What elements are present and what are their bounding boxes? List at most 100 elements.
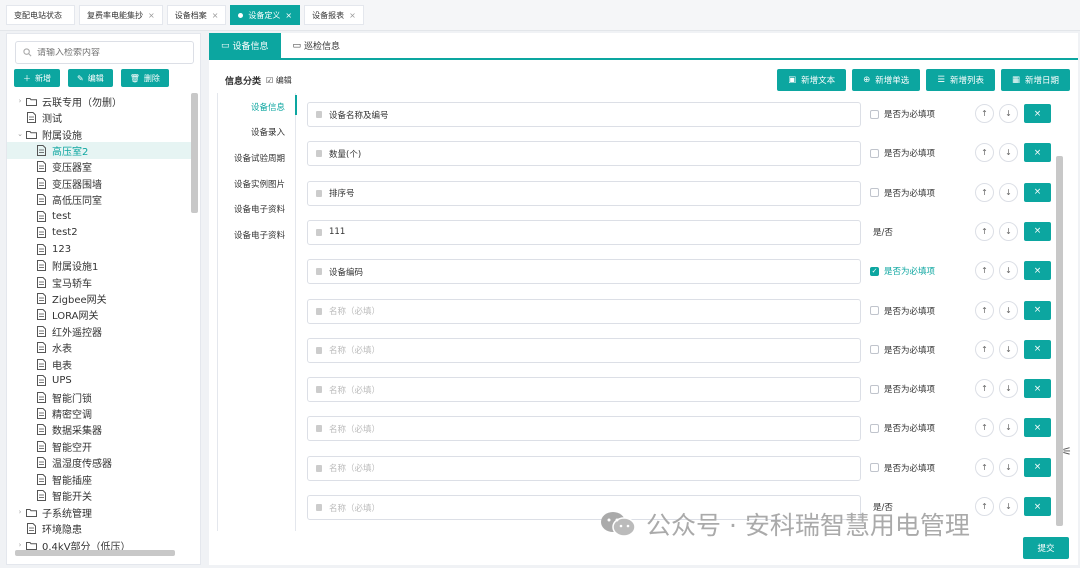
move-up-icon[interactable]: ↑ <box>975 497 994 516</box>
tree-node[interactable]: 宝马轿车 <box>7 274 192 290</box>
checkbox-icon[interactable] <box>870 148 879 158</box>
top-tab-1[interactable]: 复费率电能集抄 × <box>79 5 163 25</box>
tab-patrol-info[interactable]: ▭ 巡检信息 <box>281 33 353 58</box>
top-tab-0[interactable]: 变配电站状态 <box>6 5 75 25</box>
category-menu-item[interactable]: 设备电子资料 <box>234 229 285 241</box>
field-name-input[interactable]: 111 <box>307 219 861 245</box>
field-name-input[interactable]: 名称（必填） <box>307 337 861 363</box>
category-menu-item[interactable]: 设备试验周期 <box>234 152 285 164</box>
chevron-icon[interactable]: ⌄ <box>15 130 25 138</box>
field-name-input[interactable]: 名称（必填） <box>307 416 861 442</box>
tree-node[interactable]: 变压器室 <box>7 159 192 175</box>
tree-node[interactable]: 测试 <box>7 109 192 125</box>
delete-row-button[interactable]: × <box>1024 182 1051 202</box>
chevron-icon[interactable]: › <box>15 97 25 105</box>
tree-node[interactable]: 智能门锁 <box>7 389 192 405</box>
category-menu-item[interactable]: 设备实例图片 <box>234 178 285 190</box>
required-checkbox[interactable]: 是否为必填项 <box>870 344 935 356</box>
top-tab-4[interactable]: 设备报表 × <box>304 5 364 25</box>
tree-node[interactable]: 附属设施1 <box>7 257 192 273</box>
move-down-icon[interactable]: ↓ <box>999 143 1018 163</box>
checkbox-icon[interactable] <box>870 384 879 394</box>
delete-row-button[interactable]: × <box>1024 104 1051 123</box>
top-tab-2[interactable]: 设备档案 × <box>166 5 227 25</box>
tree-search[interactable] <box>15 41 194 64</box>
tree-node[interactable]: 智能开关 <box>7 488 192 504</box>
add-list-button[interactable]: ☰ 新增列表 <box>926 69 995 91</box>
delete-row-button[interactable]: × <box>1024 143 1051 163</box>
tree-node[interactable]: › 子系统管理 <box>7 504 192 520</box>
checkbox-icon[interactable] <box>870 463 879 473</box>
required-checkbox[interactable]: ✓ 是否为必填项 <box>870 265 935 277</box>
add-date-button[interactable]: ▦ 新增日期 <box>1000 69 1070 91</box>
required-checkbox[interactable]: 是否为必填项 <box>870 462 935 474</box>
tree-node[interactable]: 环境隐患 <box>7 520 192 536</box>
move-down-icon[interactable]: ↓ <box>999 418 1018 438</box>
move-up-icon[interactable]: ↑ <box>975 221 994 241</box>
tree-node[interactable]: 水表 <box>7 340 192 356</box>
tree-node[interactable]: › 云联专用（勿删） <box>7 93 192 109</box>
tree-node[interactable]: 电表 <box>7 356 192 372</box>
add-button[interactable]: ＋ 新增 <box>14 69 60 87</box>
field-name-input[interactable]: 名称（必填） <box>307 298 861 324</box>
required-checkbox[interactable]: 是否为必填项 <box>870 383 935 395</box>
checkbox-icon[interactable] <box>870 306 879 315</box>
checkbox-icon[interactable] <box>870 188 879 198</box>
tree-node[interactable]: 高压室2 <box>7 142 192 159</box>
tree-node[interactable]: 精密空调 <box>7 405 192 421</box>
tree-hscrollbar[interactable] <box>15 550 175 556</box>
move-down-icon[interactable]: ↓ <box>999 261 1018 281</box>
move-up-icon[interactable]: ↑ <box>975 457 994 477</box>
delete-row-button[interactable]: × <box>1024 379 1051 399</box>
tree-node[interactable]: 智能空开 <box>7 438 192 454</box>
checkbox-icon[interactable] <box>870 423 879 433</box>
move-up-icon[interactable]: ↑ <box>975 379 994 399</box>
move-down-icon[interactable]: ↓ <box>999 497 1018 516</box>
tree-node[interactable]: UPS <box>7 372 192 388</box>
move-up-icon[interactable]: ↑ <box>975 104 994 123</box>
delete-row-button[interactable]: × <box>1024 418 1051 438</box>
checkbox-icon[interactable]: ✓ <box>870 266 879 276</box>
tree-node[interactable]: 123 <box>7 241 192 257</box>
tree-node[interactable]: Zigbee网关 <box>7 290 192 306</box>
delete-row-button[interactable]: × <box>1024 339 1051 359</box>
move-up-icon[interactable]: ↑ <box>975 261 994 281</box>
close-icon[interactable]: × <box>285 11 292 20</box>
delete-button[interactable]: 🗑 删除 <box>120 69 169 87</box>
field-name-input[interactable]: 排序号 <box>307 180 861 206</box>
tree-node[interactable]: 高低压同室 <box>7 192 192 208</box>
move-up-icon[interactable]: ↑ <box>975 418 994 438</box>
info-edit-link[interactable]: ☑ 编辑 <box>266 75 292 86</box>
delete-row-button[interactable]: × <box>1024 261 1051 281</box>
required-checkbox[interactable]: 是否为必填项 <box>870 108 935 120</box>
add-single-button[interactable]: ⊕ 新增单选 <box>852 69 921 91</box>
category-menu-item[interactable]: 设备电子资料 <box>234 203 285 215</box>
move-down-icon[interactable]: ↓ <box>999 457 1018 477</box>
close-icon[interactable]: × <box>148 11 155 20</box>
field-name-input[interactable]: 设备名称及编号 <box>307 102 861 127</box>
tree-scrollbar[interactable] <box>191 93 198 213</box>
close-icon[interactable]: × <box>212 11 219 20</box>
move-up-icon[interactable]: ↑ <box>975 339 994 359</box>
close-icon[interactable]: × <box>349 11 356 20</box>
delete-row-button[interactable]: × <box>1024 457 1051 477</box>
checkbox-icon[interactable] <box>870 109 879 119</box>
field-name-input[interactable]: 名称（必填） <box>307 455 861 481</box>
tree-node[interactable]: 红外遥控器 <box>7 323 192 339</box>
chevron-icon[interactable]: › <box>15 541 25 549</box>
required-checkbox[interactable]: 是否为必填项 <box>870 147 935 159</box>
move-down-icon[interactable]: ↓ <box>999 339 1018 359</box>
move-down-icon[interactable]: ↓ <box>999 379 1018 399</box>
move-down-icon[interactable]: ↓ <box>999 221 1018 241</box>
required-checkbox[interactable]: 是否为必填项 <box>870 305 935 317</box>
rows-scrollbar[interactable] <box>1056 156 1063 526</box>
tree-node[interactable]: 温湿度传感器 <box>7 455 192 471</box>
move-up-icon[interactable]: ↑ <box>975 300 994 320</box>
submit-button[interactable]: 提交 <box>1023 537 1069 559</box>
move-down-icon[interactable]: ↓ <box>999 300 1018 320</box>
tree-node[interactable]: LORA网关 <box>7 307 192 323</box>
delete-row-button[interactable]: × <box>1024 300 1051 320</box>
required-checkbox[interactable]: 是否为必填项 <box>870 422 935 434</box>
filter-icon[interactable]: ⚟ <box>1062 445 1072 458</box>
add-text-button[interactable]: ▣ 新增文本 <box>777 69 847 91</box>
